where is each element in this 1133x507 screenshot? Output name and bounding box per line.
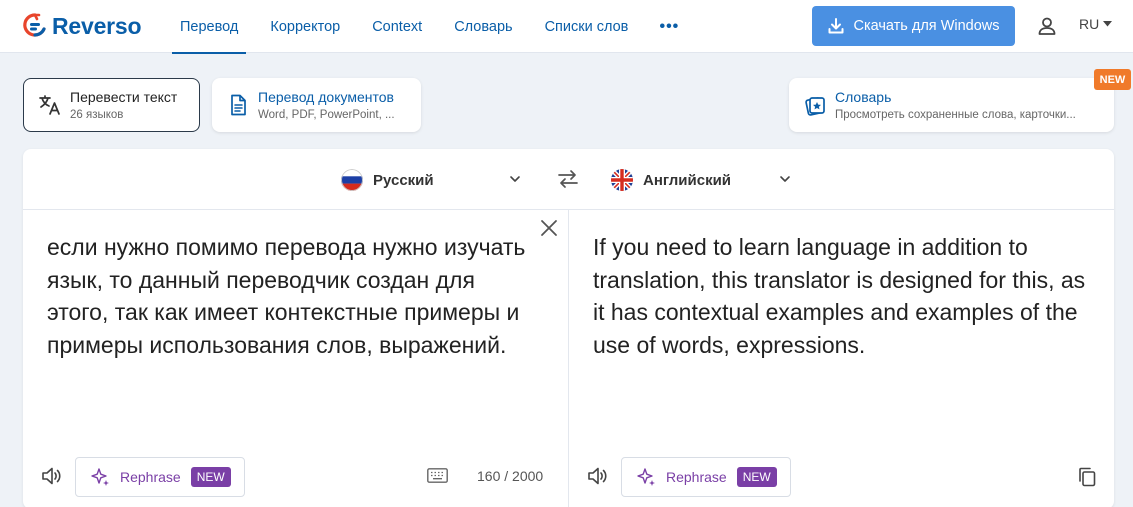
nav-dictionary[interactable]: Словарь [438, 0, 528, 53]
source-language-label: Русский [373, 171, 434, 189]
translate-documents-card[interactable]: Перевод документов Word, PDF, PowerPoint… [212, 78, 421, 132]
card-title: Перевод документов [258, 89, 394, 105]
language-bar: Русский Английский [23, 149, 1114, 210]
chevron-down-icon[interactable] [509, 173, 521, 185]
character-counter: 160 / 2000 [477, 468, 544, 484]
source-text-input[interactable]: если нужно помимо перевода нужно изучать… [47, 231, 532, 361]
sparkle-icon [637, 468, 655, 486]
rephrase-label: Rephrase [120, 469, 181, 485]
rephrase-source-button[interactable]: Rephrase NEW [75, 457, 245, 497]
logo-text: Reverso [52, 12, 142, 39]
new-badge: NEW [190, 467, 231, 487]
document-icon [231, 94, 246, 116]
reverso-logo[interactable]: Reverso [22, 12, 142, 40]
dictionary-card[interactable]: Словарь Просмотреть сохраненные слова, к… [789, 78, 1114, 132]
download-icon [828, 18, 844, 34]
clear-text-icon[interactable] [540, 219, 558, 237]
card-subtitle: Просмотреть сохраненные слова, карточки.… [835, 109, 1076, 121]
swap-languages-icon[interactable] [557, 169, 579, 189]
sparkle-icon [91, 468, 109, 486]
russia-flag-icon [341, 169, 363, 191]
top-navigation-bar: Reverso Перевод Корректор Context Словар… [0, 0, 1133, 54]
rephrase-label: Rephrase [666, 469, 727, 485]
uk-flag-icon [611, 169, 633, 191]
translate-icon [39, 95, 60, 115]
new-badge: NEW [736, 467, 777, 487]
reverso-logo-icon [23, 13, 46, 37]
card-title: Словарь [835, 89, 892, 105]
flashcards-icon [805, 97, 825, 116]
source-language-selector[interactable]: Русский [341, 167, 434, 193]
card-subtitle: Word, PDF, PowerPoint, ... [258, 109, 395, 121]
download-windows-button[interactable]: Скачать для Windows [812, 6, 1015, 46]
interface-language: RU [1079, 16, 1100, 32]
rephrase-translation-button[interactable]: Rephrase NEW [621, 457, 791, 497]
card-subtitle: 26 языков [70, 109, 124, 121]
translation-output: If you need to learn language in additio… [593, 234, 1086, 358]
nav-context[interactable]: Context [356, 0, 438, 53]
chevron-down-icon[interactable] [779, 173, 791, 185]
listen-source-speaker-icon[interactable] [40, 465, 62, 487]
translate-text-card[interactable]: Перевести текст 26 языков [23, 78, 200, 132]
panel-divider [568, 210, 569, 507]
interface-language-selector[interactable]: RU [1079, 16, 1113, 32]
nav-translation[interactable]: Перевод [164, 0, 254, 54]
nav-grammar-checker[interactable]: Корректор [254, 0, 356, 53]
new-badge: NEW [1094, 69, 1131, 90]
caret-down-icon [1103, 21, 1113, 27]
card-title: Перевести текст [70, 89, 178, 105]
target-language-label: Английский [643, 171, 732, 189]
download-label: Скачать для Windows [853, 18, 1000, 34]
target-language-selector[interactable]: Английский [611, 167, 731, 193]
keyboard-icon[interactable] [427, 468, 448, 483]
user-icon[interactable] [1036, 15, 1058, 37]
translator-panel: Русский Английский если нужно помимо пер… [23, 149, 1114, 507]
copy-icon[interactable] [1078, 467, 1096, 487]
main-nav: Перевод Корректор Context Словарь Списки… [164, 0, 694, 54]
nav-word-lists[interactable]: Списки слов [529, 0, 645, 53]
more-menu-button[interactable]: ••• [644, 0, 694, 53]
listen-translation-speaker-icon[interactable] [586, 465, 608, 487]
